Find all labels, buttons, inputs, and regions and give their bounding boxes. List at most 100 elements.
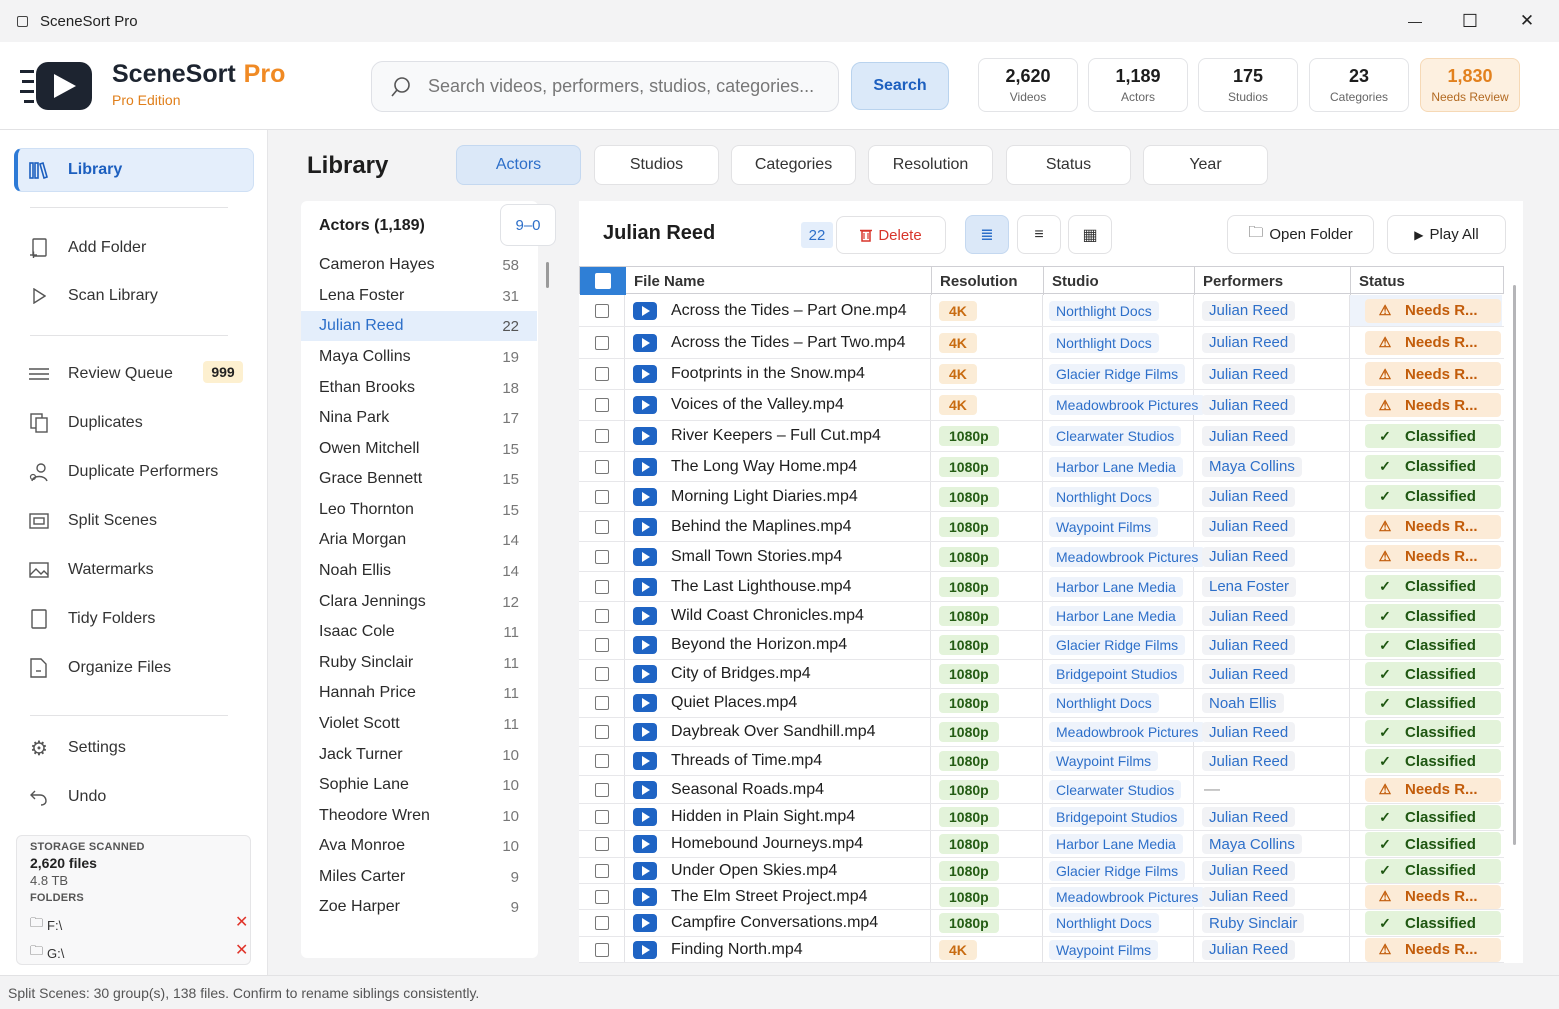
row-checkbox[interactable] — [594, 782, 609, 797]
video-play-icon[interactable] — [633, 887, 657, 906]
performer-tag[interactable]: Julian Reed — [1202, 751, 1296, 771]
table-row[interactable]: Voices of the Valley.mp4 4K Meadowbrook Pi… — [579, 390, 1504, 421]
table-row[interactable]: Morning Light Diaries.mp4 1080p Northlight… — [579, 482, 1504, 512]
row-checkbox[interactable] — [594, 609, 609, 623]
row-checkbox[interactable] — [594, 810, 609, 824]
tab-year[interactable]: Year — [1143, 145, 1268, 185]
play-all-button[interactable]: ▶ Play All — [1387, 215, 1506, 254]
video-play-icon[interactable] — [633, 808, 657, 826]
studio-tag[interactable]: Glacier Ridge Films — [1049, 635, 1186, 655]
actor-list-item[interactable]: Zoe Harper 9 — [301, 892, 537, 922]
performer-tag[interactable]: Julian Reed — [1202, 426, 1296, 446]
sidebar-item-duplicates[interactable]: Duplicates — [14, 401, 254, 445]
row-checkbox[interactable] — [594, 489, 609, 504]
actor-list-item[interactable]: Violet Scott 11 — [301, 709, 537, 739]
column-header-file-name[interactable]: File Name — [626, 267, 932, 295]
performer-tag[interactable]: Maya Collins — [1202, 834, 1302, 854]
studio-tag[interactable]: Meadowbrook Pictures — [1049, 886, 1206, 907]
tab-actors[interactable]: Actors — [456, 145, 581, 185]
studio-tag[interactable]: Northlight Docs — [1049, 913, 1159, 933]
video-play-icon[interactable] — [633, 333, 657, 352]
table-scrollbar[interactable] — [1513, 285, 1516, 845]
stat-needs-review[interactable]: 1,830 Needs Review — [1420, 58, 1520, 112]
tab-status[interactable]: Status — [1006, 145, 1131, 185]
row-checkbox[interactable] — [594, 725, 609, 739]
remove-folder-icon[interactable]: ✕ — [235, 940, 248, 960]
actors-scrollbar[interactable] — [546, 262, 549, 288]
actor-list-item[interactable]: Ruby Sinclair 11 — [301, 648, 537, 678]
studio-tag[interactable]: Clearwater Studios — [1049, 426, 1182, 446]
actor-list-item[interactable]: Sophie Lane 10 — [301, 770, 537, 800]
folder-entry[interactable]: 🗀 F:\ — [30, 914, 62, 936]
table-row[interactable]: Homebound Journeys.mp4 1080p Harbor Lane M… — [579, 831, 1504, 858]
list-view-button[interactable]: ≡ — [1017, 215, 1061, 254]
open-folder-button[interactable]: 🗀 Open Folder — [1227, 215, 1374, 254]
performer-tag[interactable]: Ruby Sinclair — [1202, 913, 1305, 933]
studio-tag[interactable]: Northlight Docs — [1049, 693, 1159, 713]
performer-tag[interactable]: Julian Reed — [1202, 722, 1296, 742]
performer-tag[interactable]: Julian Reed — [1202, 546, 1296, 567]
video-play-icon[interactable] — [633, 780, 657, 799]
column-header-resolution[interactable]: Resolution — [932, 267, 1044, 295]
sidebar-item-organize-files[interactable]: Organize Files — [14, 646, 254, 690]
close-button[interactable]: ✕ — [1498, 0, 1556, 42]
stat-categories[interactable]: 23 Categories — [1309, 58, 1409, 112]
studio-tag[interactable]: Clearwater Studios — [1049, 779, 1182, 800]
stat-actors[interactable]: 1,189 Actors — [1088, 58, 1188, 112]
row-checkbox[interactable] — [594, 667, 609, 681]
studio-tag[interactable]: Bridgepoint Studios — [1049, 807, 1185, 827]
table-row[interactable]: Daybreak Over Sandhill.mp4 1080p Meadowbro… — [579, 718, 1504, 747]
actor-list-item[interactable]: Grace Bennett 15 — [301, 464, 537, 494]
performer-tag[interactable]: Julian Reed — [1202, 300, 1296, 321]
video-play-icon[interactable] — [633, 636, 657, 654]
sidebar-item-split-scenes[interactable]: Split Scenes — [14, 499, 254, 543]
actor-list-item[interactable]: Ethan Brooks 18 — [301, 373, 537, 403]
table-row[interactable]: The Last Lighthouse.mp4 1080p Harbor Lane … — [579, 572, 1504, 602]
video-play-icon[interactable] — [633, 940, 657, 959]
row-checkbox[interactable] — [594, 863, 609, 878]
actor-list-item[interactable]: Jack Turner 10 — [301, 740, 537, 770]
studio-tag[interactable]: Waypoint Films — [1049, 751, 1159, 771]
table-row[interactable]: Seasonal Roads.mp4 1080p Clearwater Studio… — [579, 776, 1504, 804]
studio-tag[interactable]: Northlight Docs — [1049, 486, 1159, 507]
actor-list-item[interactable]: Lena Foster 31 — [301, 281, 537, 311]
table-row[interactable]: Hidden in Plain Sight.mp4 1080p Bridgepoin… — [579, 804, 1504, 831]
table-row[interactable]: Wild Coast Chronicles.mp4 1080p Harbor Lan… — [579, 602, 1504, 631]
performer-tag[interactable]: Noah Ellis — [1202, 693, 1284, 713]
video-play-icon[interactable] — [633, 914, 657, 932]
sidebar-item-add-folder[interactable]: Add Folder — [14, 226, 254, 270]
studio-tag[interactable]: Waypoint Films — [1049, 939, 1159, 960]
row-checkbox[interactable] — [594, 519, 609, 534]
table-row[interactable]: The Long Way Home.mp4 1080p Harbor Lane Me… — [579, 452, 1504, 482]
row-checkbox[interactable] — [594, 459, 609, 474]
sidebar-item-duplicate-performers[interactable]: Duplicate Performers — [14, 450, 254, 494]
tab-resolution[interactable]: Resolution — [868, 145, 993, 185]
studio-tag[interactable]: Northlight Docs — [1049, 332, 1159, 353]
actor-list-item[interactable]: Aria Morgan 14 — [301, 525, 537, 555]
video-play-icon[interactable] — [633, 427, 657, 445]
video-play-icon[interactable] — [633, 517, 657, 536]
row-checkbox[interactable] — [594, 638, 609, 652]
row-checkbox[interactable] — [594, 398, 609, 412]
details-view-button[interactable]: ≣ — [965, 215, 1009, 254]
video-play-icon[interactable] — [633, 723, 657, 741]
table-row[interactable]: Footprints in the Snow.mp4 4K Glacier Ridg… — [579, 359, 1504, 390]
sidebar-item-scan-library[interactable]: Scan Library — [14, 274, 254, 318]
studio-tag[interactable]: Waypoint Films — [1049, 516, 1159, 537]
studio-tag[interactable]: Harbor Lane Media — [1049, 834, 1183, 854]
table-row[interactable]: Finding North.mp4 4K Waypoint Films Julian … — [579, 937, 1504, 963]
remove-folder-icon[interactable]: ✕ — [235, 912, 248, 932]
performer-tag[interactable]: Julian Reed — [1202, 395, 1296, 415]
actor-list-item[interactable]: Ava Monroe 10 — [301, 831, 537, 861]
video-play-icon[interactable] — [633, 365, 657, 383]
studio-tag[interactable]: Meadowbrook Pictures — [1049, 395, 1206, 415]
performer-tag[interactable]: Julian Reed — [1202, 664, 1296, 684]
performer-tag[interactable]: Julian Reed — [1202, 807, 1296, 827]
video-play-icon[interactable] — [633, 607, 657, 625]
table-row[interactable]: The Elm Street Project.mp4 1080p Meadowbro… — [579, 884, 1504, 910]
performer-tag[interactable]: Julian Reed — [1202, 886, 1296, 907]
grid-view-button[interactable]: ▦ — [1068, 215, 1112, 254]
video-play-icon[interactable] — [633, 835, 657, 853]
tab-categories[interactable]: Categories — [731, 145, 856, 185]
actor-list-item[interactable]: Noah Ellis 14 — [301, 556, 537, 586]
